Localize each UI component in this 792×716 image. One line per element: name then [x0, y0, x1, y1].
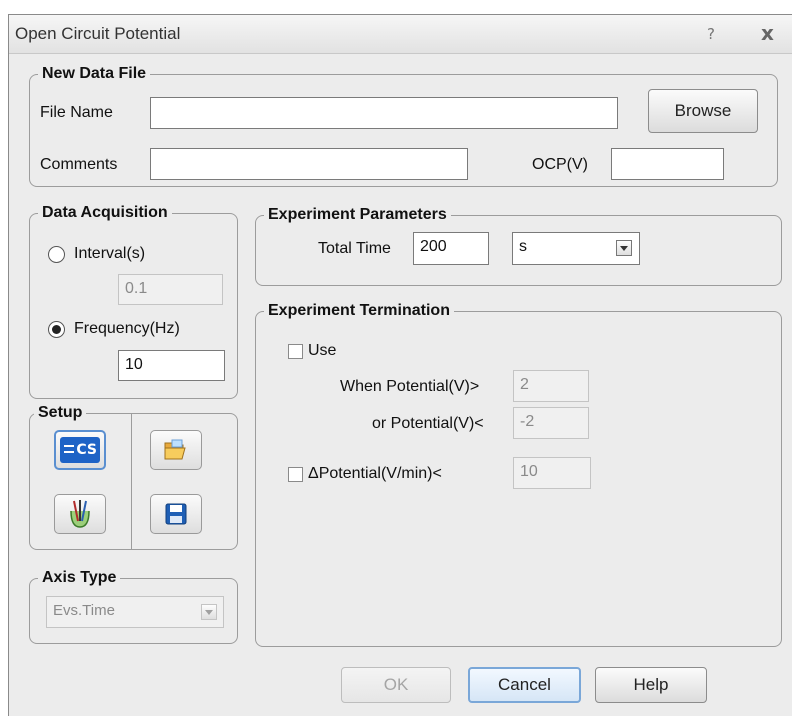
new-data-file-group: New Data File File Name Browse Comments …: [29, 64, 778, 187]
time-unit-value: s: [519, 238, 527, 255]
or-potential-label: or Potential(V)<: [372, 415, 484, 432]
file-name-label: File Name: [40, 104, 113, 121]
use-label[interactable]: Use: [308, 341, 336, 361]
total-time-input[interactable]: 200: [413, 232, 489, 265]
title-bar: Open Circuit Potential ? x: [9, 15, 792, 54]
ocp-label: OCP(V): [532, 156, 588, 173]
time-unit-select[interactable]: s: [512, 232, 640, 265]
new-data-file-legend: New Data File: [38, 64, 151, 84]
interval-input[interactable]: 0.1: [118, 274, 223, 305]
or-potential-input[interactable]: -2: [513, 407, 589, 439]
close-icon[interactable]: x: [761, 21, 774, 45]
browse-button[interactable]: Browse: [648, 89, 758, 133]
frequency-radio[interactable]: [48, 321, 65, 338]
total-time-label: Total Time: [318, 240, 391, 257]
time-unit-dropdown-arrow[interactable]: [616, 240, 632, 256]
experiment-parameters-legend: Experiment Parameters: [264, 205, 451, 225]
data-acquisition-legend: Data Acquisition: [38, 203, 172, 223]
comments-label: Comments: [40, 156, 118, 173]
cs-instrument-button[interactable]: CS: [54, 430, 106, 470]
cs-badge-text: CS: [76, 442, 97, 458]
open-folder-icon: [164, 439, 186, 460]
ocp-value-field: [611, 148, 724, 180]
open-circuit-potential-dialog: Open Circuit Potential ? x New Data File…: [8, 14, 792, 716]
axis-type-value: Evs.Time: [53, 602, 115, 619]
experiment-termination-group: Experiment Termination Use When Potentia…: [255, 301, 782, 647]
help-button[interactable]: Help: [595, 667, 707, 703]
save-disk-icon: [165, 503, 187, 525]
data-acquisition-group: Data Acquisition Interval(s) 0.1 Frequen…: [29, 203, 238, 399]
help-question-icon[interactable]: ?: [707, 25, 715, 43]
when-potential-input[interactable]: 2: [513, 370, 589, 402]
comments-input[interactable]: [150, 148, 468, 180]
delta-potential-input[interactable]: 10: [513, 457, 591, 489]
save-button[interactable]: [150, 494, 202, 534]
electrode-cell-icon: [70, 500, 90, 528]
interval-label[interactable]: Interval(s): [74, 244, 145, 264]
setup-group: Setup CS: [29, 403, 238, 550]
when-potential-label: When Potential(V)>: [340, 378, 480, 395]
axis-type-dropdown-arrow[interactable]: [201, 604, 217, 620]
delta-potential-label[interactable]: ΔPotential(V/min)<: [308, 464, 442, 484]
setup-legend: Setup: [34, 403, 87, 423]
frequency-input[interactable]: 10: [118, 350, 225, 381]
experiment-parameters-group: Experiment Parameters Total Time 200 s: [255, 205, 782, 286]
dialog-title: Open Circuit Potential: [15, 24, 181, 43]
electrode-cell-button[interactable]: [54, 494, 106, 534]
frequency-label[interactable]: Frequency(Hz): [74, 319, 180, 339]
axis-type-group: Axis Type Evs.Time: [29, 568, 238, 644]
axis-type-legend: Axis Type: [38, 568, 121, 588]
ok-button[interactable]: OK: [341, 667, 451, 703]
setup-divider: [131, 414, 132, 549]
axis-type-select[interactable]: Evs.Time: [46, 596, 224, 628]
experiment-termination-legend: Experiment Termination: [264, 301, 454, 321]
cancel-button[interactable]: Cancel: [468, 667, 581, 703]
file-name-input[interactable]: [150, 97, 618, 129]
cs-icon-lines: [64, 445, 74, 453]
use-checkbox[interactable]: [288, 344, 303, 359]
open-file-button[interactable]: [150, 430, 202, 470]
interval-radio[interactable]: [48, 246, 65, 263]
delta-potential-checkbox[interactable]: [288, 467, 303, 482]
